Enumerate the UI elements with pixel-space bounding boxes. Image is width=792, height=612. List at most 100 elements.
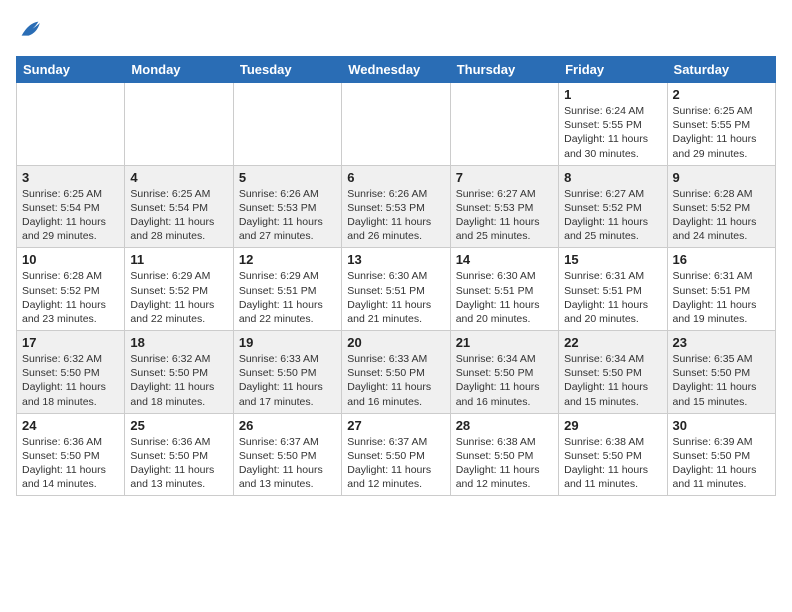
cell-sun-info: Sunrise: 6:34 AM Sunset: 5:50 PM Dayligh… xyxy=(564,352,661,409)
cell-sun-info: Sunrise: 6:33 AM Sunset: 5:50 PM Dayligh… xyxy=(347,352,444,409)
cell-sun-info: Sunrise: 6:32 AM Sunset: 5:50 PM Dayligh… xyxy=(22,352,119,409)
cell-day-number: 20 xyxy=(347,335,444,350)
calendar-cell: 21 Sunrise: 6:34 AM Sunset: 5:50 PM Dayli… xyxy=(450,331,558,414)
calendar-cell: 28Sunrise: 6:38 AM Sunset: 5:50 PM Dayli… xyxy=(450,413,558,496)
calendar-cell: 2 Sunrise: 6:25 AM Sunset: 5:55 PM Daylig… xyxy=(667,83,775,166)
weekday-header: Friday xyxy=(559,57,667,83)
weekday-header: Tuesday xyxy=(233,57,341,83)
cell-day-number: 26 xyxy=(239,418,336,433)
cell-sun-info: Sunrise: 6:36 AM Sunset: 5:50 PM Dayligh… xyxy=(22,435,119,492)
calendar-cell: 7Sunrise: 6:27 AM Sunset: 5:53 PM Daylig… xyxy=(450,165,558,248)
cell-sun-info: Sunrise: 6:25 AM Sunset: 5:54 PM Dayligh… xyxy=(22,187,119,244)
cell-sun-info: Sunrise: 6:28 AM Sunset: 5:52 PM Dayligh… xyxy=(22,269,119,326)
cell-sun-info: Sunrise: 6:37 AM Sunset: 5:50 PM Dayligh… xyxy=(239,435,336,492)
cell-sun-info: Sunrise: 6:25 AM Sunset: 5:54 PM Dayligh… xyxy=(130,187,227,244)
cell-day-number: 19 xyxy=(239,335,336,350)
cell-sun-info: Sunrise: 6:39 AM Sunset: 5:50 PM Dayligh… xyxy=(673,435,770,492)
cell-day-number: 3 xyxy=(22,170,119,185)
calendar-cell: 25 Sunrise: 6:36 AM Sunset: 5:50 PM Dayli… xyxy=(125,413,233,496)
calendar-cell: 20 Sunrise: 6:33 AM Sunset: 5:50 PM Dayli… xyxy=(342,331,450,414)
calendar-cell: 10 Sunrise: 6:28 AM Sunset: 5:52 PM Dayli… xyxy=(17,248,125,331)
cell-sun-info: Sunrise: 6:30 AM Sunset: 5:51 PM Dayligh… xyxy=(456,269,553,326)
calendar-cell: 4 Sunrise: 6:25 AM Sunset: 5:54 PM Daylig… xyxy=(125,165,233,248)
cell-day-number: 8 xyxy=(564,170,661,185)
calendar-cell: 9 Sunrise: 6:28 AM Sunset: 5:52 PM Daylig… xyxy=(667,165,775,248)
page-header xyxy=(16,16,776,44)
cell-sun-info: Sunrise: 6:33 AM Sunset: 5:50 PM Dayligh… xyxy=(239,352,336,409)
cell-sun-info: Sunrise: 6:28 AM Sunset: 5:52 PM Dayligh… xyxy=(673,187,770,244)
calendar-cell: 11 Sunrise: 6:29 AM Sunset: 5:52 PM Dayli… xyxy=(125,248,233,331)
cell-sun-info: Sunrise: 6:32 AM Sunset: 5:50 PM Dayligh… xyxy=(130,352,227,409)
cell-day-number: 13 xyxy=(347,252,444,267)
cell-day-number: 17 xyxy=(22,335,119,350)
cell-day-number: 25 xyxy=(130,418,227,433)
cell-day-number: 30 xyxy=(673,418,770,433)
calendar-cell: 19 Sunrise: 6:33 AM Sunset: 5:50 PM Dayli… xyxy=(233,331,341,414)
cell-day-number: 24 xyxy=(22,418,119,433)
cell-day-number: 22 xyxy=(564,335,661,350)
calendar-cell: 13 Sunrise: 6:30 AM Sunset: 5:51 PM Dayli… xyxy=(342,248,450,331)
cell-day-number: 9 xyxy=(673,170,770,185)
calendar-cell xyxy=(17,83,125,166)
cell-sun-info: Sunrise: 6:26 AM Sunset: 5:53 PM Dayligh… xyxy=(239,187,336,244)
weekday-header: Saturday xyxy=(667,57,775,83)
weekday-header: Monday xyxy=(125,57,233,83)
cell-sun-info: Sunrise: 6:27 AM Sunset: 5:52 PM Dayligh… xyxy=(564,187,661,244)
cell-sun-info: Sunrise: 6:27 AM Sunset: 5:53 PM Dayligh… xyxy=(456,187,553,244)
cell-sun-info: Sunrise: 6:25 AM Sunset: 5:55 PM Dayligh… xyxy=(673,104,770,161)
cell-day-number: 4 xyxy=(130,170,227,185)
calendar-cell: 3 Sunrise: 6:25 AM Sunset: 5:54 PM Daylig… xyxy=(17,165,125,248)
cell-sun-info: Sunrise: 6:34 AM Sunset: 5:50 PM Dayligh… xyxy=(456,352,553,409)
calendar-cell: 26 Sunrise: 6:37 AM Sunset: 5:50 PM Dayli… xyxy=(233,413,341,496)
calendar-cell xyxy=(342,83,450,166)
calendar-cell: 27Sunrise: 6:37 AM Sunset: 5:50 PM Dayli… xyxy=(342,413,450,496)
cell-sun-info: Sunrise: 6:37 AM Sunset: 5:50 PM Dayligh… xyxy=(347,435,444,492)
calendar-cell xyxy=(125,83,233,166)
cell-sun-info: Sunrise: 6:26 AM Sunset: 5:53 PM Dayligh… xyxy=(347,187,444,244)
calendar-week-row: 24 Sunrise: 6:36 AM Sunset: 5:50 PM Dayli… xyxy=(17,413,776,496)
calendar-cell: 14 Sunrise: 6:30 AM Sunset: 5:51 PM Dayli… xyxy=(450,248,558,331)
calendar-cell: 15 Sunrise: 6:31 AM Sunset: 5:51 PM Dayli… xyxy=(559,248,667,331)
cell-day-number: 18 xyxy=(130,335,227,350)
calendar-cell: 30 Sunrise: 6:39 AM Sunset: 5:50 PM Dayli… xyxy=(667,413,775,496)
cell-sun-info: Sunrise: 6:24 AM Sunset: 5:55 PM Dayligh… xyxy=(564,104,661,161)
calendar-week-row: 1 Sunrise: 6:24 AM Sunset: 5:55 PM Daylig… xyxy=(17,83,776,166)
cell-day-number: 2 xyxy=(673,87,770,102)
calendar-cell: 17 Sunrise: 6:32 AM Sunset: 5:50 PM Dayli… xyxy=(17,331,125,414)
calendar-cell: 1 Sunrise: 6:24 AM Sunset: 5:55 PM Daylig… xyxy=(559,83,667,166)
calendar-cell: 22 Sunrise: 6:34 AM Sunset: 5:50 PM Dayli… xyxy=(559,331,667,414)
calendar-cell: 8 Sunrise: 6:27 AM Sunset: 5:52 PM Daylig… xyxy=(559,165,667,248)
cell-day-number: 21 xyxy=(456,335,553,350)
cell-day-number: 5 xyxy=(239,170,336,185)
cell-sun-info: Sunrise: 6:36 AM Sunset: 5:50 PM Dayligh… xyxy=(130,435,227,492)
cell-day-number: 14 xyxy=(456,252,553,267)
cell-day-number: 11 xyxy=(130,252,227,267)
calendar-cell: 23Sunrise: 6:35 AM Sunset: 5:50 PM Dayli… xyxy=(667,331,775,414)
cell-day-number: 28 xyxy=(456,418,553,433)
calendar-cell: 5 Sunrise: 6:26 AM Sunset: 5:53 PM Daylig… xyxy=(233,165,341,248)
cell-sun-info: Sunrise: 6:31 AM Sunset: 5:51 PM Dayligh… xyxy=(673,269,770,326)
calendar-cell xyxy=(450,83,558,166)
cell-day-number: 10 xyxy=(22,252,119,267)
cell-day-number: 23 xyxy=(673,335,770,350)
cell-day-number: 12 xyxy=(239,252,336,267)
calendar-header-row: SundayMondayTuesdayWednesdayThursdayFrid… xyxy=(17,57,776,83)
calendar-week-row: 17 Sunrise: 6:32 AM Sunset: 5:50 PM Dayli… xyxy=(17,331,776,414)
cell-day-number: 15 xyxy=(564,252,661,267)
calendar-cell: 16 Sunrise: 6:31 AM Sunset: 5:51 PM Dayli… xyxy=(667,248,775,331)
cell-sun-info: Sunrise: 6:30 AM Sunset: 5:51 PM Dayligh… xyxy=(347,269,444,326)
calendar-week-row: 10 Sunrise: 6:28 AM Sunset: 5:52 PM Dayli… xyxy=(17,248,776,331)
weekday-header: Wednesday xyxy=(342,57,450,83)
calendar-cell: 24 Sunrise: 6:36 AM Sunset: 5:50 PM Dayli… xyxy=(17,413,125,496)
weekday-header: Sunday xyxy=(17,57,125,83)
logo-icon xyxy=(16,16,44,44)
cell-sun-info: Sunrise: 6:29 AM Sunset: 5:52 PM Dayligh… xyxy=(130,269,227,326)
cell-sun-info: Sunrise: 6:29 AM Sunset: 5:51 PM Dayligh… xyxy=(239,269,336,326)
cell-day-number: 16 xyxy=(673,252,770,267)
cell-sun-info: Sunrise: 6:31 AM Sunset: 5:51 PM Dayligh… xyxy=(564,269,661,326)
calendar-cell: 12 Sunrise: 6:29 AM Sunset: 5:51 PM Dayli… xyxy=(233,248,341,331)
cell-day-number: 29 xyxy=(564,418,661,433)
cell-day-number: 1 xyxy=(564,87,661,102)
weekday-header: Thursday xyxy=(450,57,558,83)
logo xyxy=(16,16,48,44)
